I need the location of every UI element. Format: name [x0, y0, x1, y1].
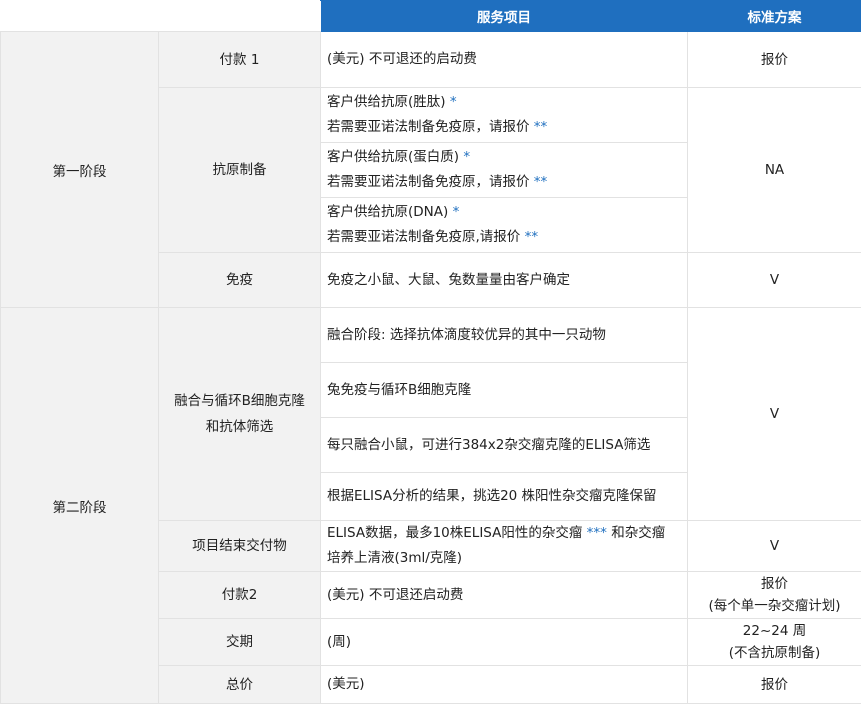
antigen-peptide-line1: 客户供给抗原(胜肽) [327, 94, 450, 110]
table-row: 第二阶段 融合与循环B细胞克隆 和抗体筛选 融合阶段: 选择抗体滴度较优异的其中… [1, 308, 861, 363]
antigen-dna-line1: 客户供给抗原(DNA) [327, 204, 453, 220]
header-row: 服务项目 标准方案 [1, 1, 861, 32]
immunize-service: 免疫之小鼠、大鼠、兔数量量由客户确定 [321, 253, 688, 308]
asterisk-2: ** [525, 229, 539, 245]
delivery-plan-line1: 22~24 周 [688, 620, 861, 642]
header-plan: 标准方案 [688, 1, 861, 32]
payment1-item: 付款 1 [159, 32, 321, 88]
antigen-protein-line2: 若需要亚诺法制备免疫原，请报价 [327, 174, 534, 190]
deliverable-plan: V [688, 521, 861, 572]
antigen-dna-line2: 若需要亚诺法制备免疫原,请报价 [327, 229, 525, 245]
deliverable-line1a: ELISA数据，最多10株ELISA阳性的杂交瘤 [327, 525, 587, 541]
fusion-item-line1: 融合与循环B细胞克隆 [159, 388, 320, 414]
asterisk-2: ** [534, 174, 548, 190]
payment2-plan-line1: 报价 [688, 573, 861, 595]
fusion-item-line2: 和抗体筛选 [159, 414, 320, 440]
asterisk-1: * [453, 204, 460, 220]
antigen-peptide-line2: 若需要亚诺法制备免疫原，请报价 [327, 119, 534, 135]
table-row: 第一阶段 付款 1 (美元) 不可退还的启动费 报价 [1, 32, 861, 88]
service-table: 服务项目 标准方案 第一阶段 付款 1 (美元) 不可退还的启动费 报价 抗原制… [0, 0, 861, 704]
payment1-service: (美元) 不可退还的启动费 [321, 32, 688, 88]
total-item: 总价 [159, 666, 321, 704]
deliverable-item: 项目结束交付物 [159, 521, 321, 572]
delivery-plan: 22~24 周 (不含抗原制备) [688, 619, 861, 666]
fusion-service-4: 根据ELISA分析的结果，挑选20 株阳性杂交瘤克隆保留 [321, 473, 688, 521]
antigen-peptide: 客户供给抗原(胜肽) * 若需要亚诺法制备免疫原，请报价 ** [321, 88, 688, 143]
payment1-plan: 报价 [688, 32, 861, 88]
fusion-service-2: 兔免疫与循环B细胞克隆 [321, 363, 688, 418]
header-blank [1, 1, 321, 32]
fusion-item: 融合与循环B细胞克隆 和抗体筛选 [159, 308, 321, 521]
delivery-item: 交期 [159, 619, 321, 666]
fusion-plan: V [688, 308, 861, 521]
stage1-label: 第一阶段 [1, 32, 159, 308]
delivery-plan-line2: (不含抗原制备) [688, 642, 861, 664]
asterisk-2: ** [534, 119, 548, 135]
antigen-plan: NA [688, 88, 861, 253]
antigen-protein: 客户供给抗原(蛋白质) * 若需要亚诺法制备免疫原，请报价 ** [321, 143, 688, 198]
immunize-plan: V [688, 253, 861, 308]
fusion-service-3: 每只融合小鼠，可进行384x2杂交瘤克隆的ELISA筛选 [321, 418, 688, 473]
deliverable-service: ELISA数据，最多10株ELISA阳性的杂交瘤 *** 和杂交瘤 培养上清液(… [321, 521, 688, 572]
antigen-item: 抗原制备 [159, 88, 321, 253]
deliverable-line2: 培养上清液(3ml/克隆) [327, 546, 687, 571]
antigen-dna: 客户供给抗原(DNA) * 若需要亚诺法制备免疫原,请报价 ** [321, 198, 688, 253]
asterisk-3: *** [587, 525, 607, 541]
payment2-service: (美元) 不可退还启动费 [321, 572, 688, 619]
payment2-item: 付款2 [159, 572, 321, 619]
antigen-protein-line1: 客户供给抗原(蛋白质) [327, 149, 463, 165]
fusion-service-1: 融合阶段: 选择抗体滴度较优异的其中一只动物 [321, 308, 688, 363]
payment2-plan-line2: (每个单一杂交瘤计划) [688, 595, 861, 617]
header-service: 服务项目 [321, 1, 688, 32]
asterisk-1: * [450, 94, 457, 110]
asterisk-1: * [463, 149, 470, 165]
delivery-service: (周) [321, 619, 688, 666]
total-service: (美元) [321, 666, 688, 704]
payment2-plan: 报价 (每个单一杂交瘤计划) [688, 572, 861, 619]
total-plan: 报价 [688, 666, 861, 704]
immunize-item: 免疫 [159, 253, 321, 308]
stage2-label: 第二阶段 [1, 308, 159, 704]
deliverable-line1b: 和杂交瘤 [607, 525, 665, 541]
